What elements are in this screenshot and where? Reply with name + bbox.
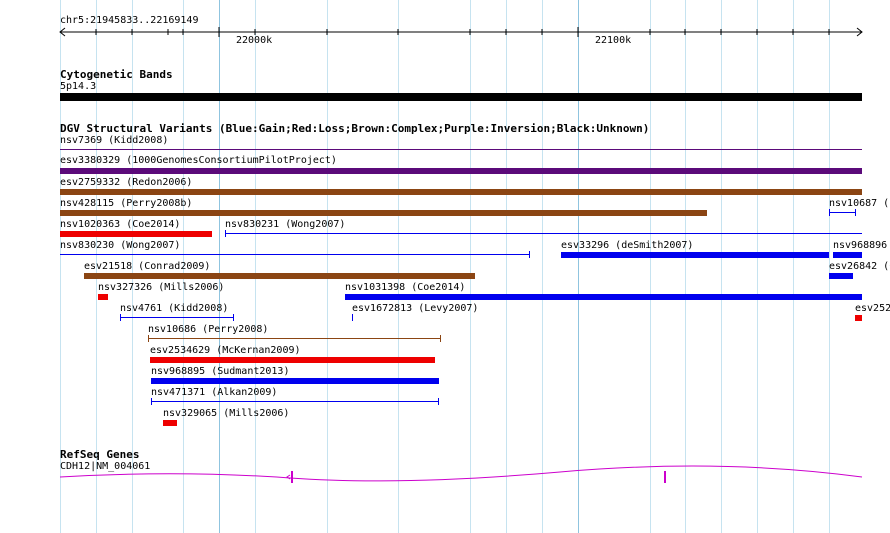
variant-label-nsv830231: nsv830231 (Wong2007) [225, 219, 346, 230]
gene-model-cdh12[interactable] [0, 462, 890, 492]
variant-bar-nsv327326[interactable] [98, 294, 108, 300]
variant-label-nsv327326: nsv327326 (Mills2006) [98, 282, 225, 293]
variant-label-nsv329065: nsv329065 (Mills2006) [163, 408, 290, 419]
variant-tick [120, 314, 121, 321]
variant-bar-nsv968895[interactable] [151, 378, 439, 384]
variant-tick [225, 230, 226, 237]
variant-label-esv2759332: esv2759332 (Redon2006) [60, 177, 193, 188]
variant-bar-nsv4761[interactable] [120, 317, 234, 318]
ruler-label-22000k: 22000k [236, 35, 273, 46]
variant-bar-nsv471371[interactable] [151, 401, 439, 402]
variant-bar-nsv428115[interactable] [60, 210, 707, 216]
variant-bar-esv252[interactable] [855, 315, 862, 321]
variant-label-nsv4761: nsv4761 (Kidd2008) [120, 303, 229, 314]
grid-line [219, 0, 220, 533]
ruler-scale [59, 27, 863, 37]
variant-bar-esv3380329[interactable] [60, 168, 862, 174]
ruler-label-22100k: 22100k [595, 35, 632, 46]
variant-bar-esv2534629[interactable] [150, 357, 435, 363]
grid-line [578, 0, 579, 533]
variant-tick [529, 251, 530, 258]
variant-tick [855, 209, 856, 216]
variant-bar-nsv329065[interactable] [163, 420, 177, 426]
grid-line [255, 0, 256, 533]
variant-tick [151, 398, 152, 405]
variant-bar-nsv7369[interactable] [60, 149, 862, 150]
variant-bar-esv33296[interactable] [561, 252, 829, 258]
variant-label-nsv10687: nsv10687 (P [829, 198, 890, 209]
variant-label-nsv471371: nsv471371 (Alkan2009) [151, 387, 278, 398]
variant-bar-esv1672813[interactable] [352, 314, 353, 321]
variant-label-esv33296: esv33296 (deSmith2007) [561, 240, 694, 251]
grid-line [721, 0, 722, 533]
variant-label-esv1672813: esv1672813 (Levy2007) [352, 303, 479, 314]
variant-label-esv21518: esv21518 (Conrad2009) [84, 261, 211, 272]
variant-bar-nsv968896[interactable] [833, 252, 862, 258]
variant-bar-nsv1020363[interactable] [60, 231, 212, 237]
dgv-track-title: DGV Structural Variants (Blue:Gain;Red:L… [60, 122, 650, 135]
variant-bar-esv26842[interactable] [829, 273, 853, 279]
grid-line [470, 0, 471, 533]
variant-label-nsv1020363: nsv1020363 (Coe2014) [60, 219, 181, 230]
grid-line [398, 0, 399, 533]
variant-label-esv252: esv252 [855, 303, 890, 314]
variant-label-esv26842: esv26842 (C [829, 261, 890, 272]
variant-label-nsv968896: nsv968896 [833, 240, 888, 251]
grid-line [506, 0, 507, 533]
grid-line [685, 0, 686, 533]
cytoband-label: 5p14.3 [60, 81, 97, 92]
variant-label-nsv1031398: nsv1031398 (Coe2014) [345, 282, 466, 293]
variant-label-nsv830230: nsv830230 (Wong2007) [60, 240, 181, 251]
variant-tick [233, 314, 234, 321]
variant-label-esv3380329: esv3380329 (1000GenomesConsortiumPilotPr… [60, 155, 337, 166]
variant-tick [148, 335, 149, 342]
variant-label-nsv10686: nsv10686 (Perry2008) [148, 324, 269, 335]
cytoband-track-title: Cytogenetic Bands [60, 68, 173, 81]
variant-bar-nsv830231[interactable] [225, 233, 862, 234]
variant-bar-nsv10687[interactable] [829, 212, 856, 213]
grid-line [650, 0, 651, 533]
variant-tick [438, 398, 439, 405]
variant-bar-esv21518[interactable] [84, 273, 475, 279]
variant-label-esv2534629: esv2534629 (McKernan2009) [150, 345, 301, 356]
variant-bar-nsv830230[interactable] [60, 254, 530, 255]
variant-bar-nsv10686[interactable] [148, 338, 441, 339]
grid-line [793, 0, 794, 533]
variant-tick [829, 209, 830, 216]
variant-label-nsv968895: nsv968895 (Sudmant2013) [151, 366, 290, 377]
grid-line [327, 0, 328, 533]
variant-bar-nsv1031398[interactable] [345, 294, 862, 300]
cytoband-bar[interactable] [60, 93, 862, 101]
grid-line [542, 0, 543, 533]
variant-tick [440, 335, 441, 342]
variant-label-nsv428115: nsv428115 (Perry2008b) [60, 198, 193, 209]
grid-line [757, 0, 758, 533]
variant-label-nsv7369: nsv7369 (Kidd2008) [60, 135, 169, 146]
refseq-track-title: RefSeq Genes [60, 448, 140, 461]
variant-bar-esv2759332[interactable] [60, 189, 862, 195]
